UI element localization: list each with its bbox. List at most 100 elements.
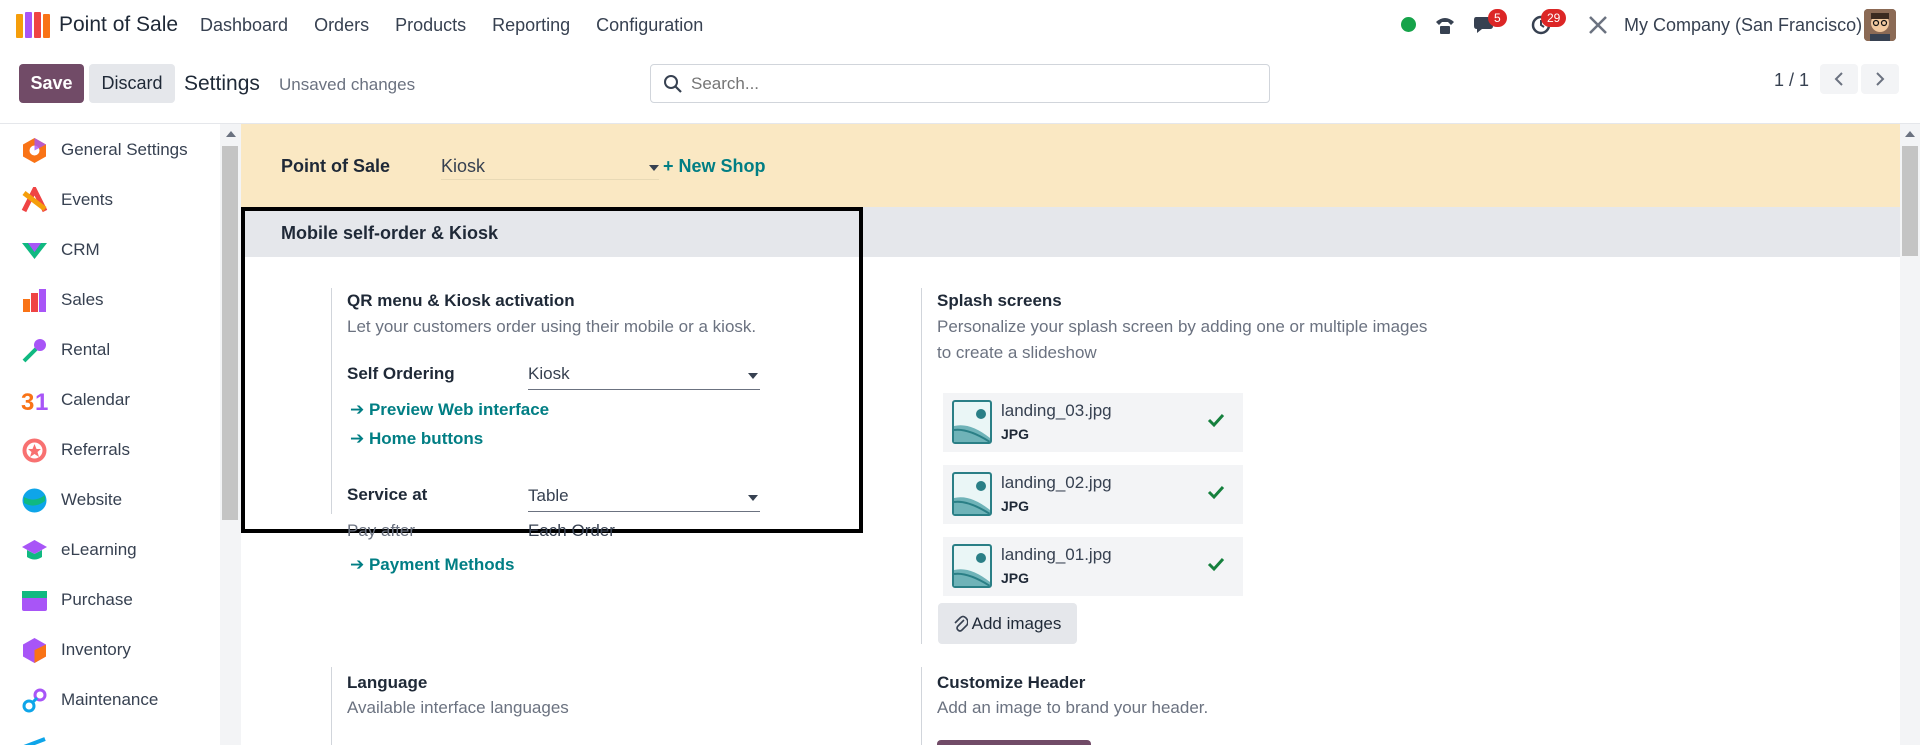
referrals-icon	[22, 438, 47, 462]
sidebar-item-general-settings[interactable]: General Settings	[0, 125, 220, 175]
scroll-up-icon[interactable]	[226, 131, 236, 137]
sales-icon	[23, 288, 46, 312]
search-box[interactable]	[650, 64, 1270, 103]
sidebar-item-label: General Settings	[61, 140, 188, 159]
menu-configuration[interactable]: Configuration	[596, 15, 703, 36]
search-input[interactable]	[691, 73, 1251, 95]
messages-badge: 5	[1488, 9, 1507, 27]
sidebar-item-label: Rental	[61, 340, 111, 359]
shop-select[interactable]: Kiosk	[441, 156, 659, 180]
sidebar-item-website[interactable]: Website	[0, 475, 220, 525]
sidebar-item-label: eLearning	[61, 540, 137, 559]
sidebar-item-purchase[interactable]: Purchase	[0, 575, 220, 625]
events-icon	[21, 186, 48, 212]
add-images-button[interactable]: Add images	[938, 603, 1077, 644]
check-icon	[1207, 557, 1225, 572]
sidebar-item-label: Purchase	[61, 590, 133, 609]
file-attachment[interactable]: landing_02.jpg JPG	[943, 465, 1243, 525]
divider	[331, 288, 332, 514]
shop-select-value: Kiosk	[441, 156, 486, 176]
app-name[interactable]: Point of Sale	[59, 13, 178, 37]
elearning-icon	[22, 539, 47, 559]
self-ordering-select[interactable]: Kiosk	[528, 364, 760, 390]
sidebar-item-elearning[interactable]: eLearning	[0, 525, 220, 575]
main-scrollbar-thumb[interactable]	[1902, 146, 1918, 256]
sidebar-item-crm[interactable]: CRM	[0, 225, 220, 275]
divider	[921, 288, 922, 644]
divider	[331, 667, 332, 745]
sidebar-item-events[interactable]: Events	[0, 175, 220, 225]
online-status-icon[interactable]	[1401, 17, 1416, 32]
new-shop-button[interactable]: + New Shop	[663, 156, 766, 177]
pay-after-value[interactable]: Each Order	[528, 521, 615, 541]
sidebar-item-rental[interactable]: Rental	[0, 325, 220, 375]
point-of-sale-app-icon[interactable]	[16, 12, 50, 38]
search-icon	[664, 75, 682, 93]
main-menu: Dashboard Orders Products Reporting Conf…	[200, 15, 703, 36]
phone-icon[interactable]	[1432, 12, 1458, 38]
arrow-right-icon: ➔	[350, 400, 369, 419]
crm-icon	[22, 242, 47, 259]
caret-down-icon	[748, 373, 758, 379]
upload-header-button[interactable]	[937, 740, 1091, 745]
splash-screens-description-line1: Personalize your splash screen by adding…	[937, 317, 1428, 336]
file-name: landing_02.jpg	[1001, 473, 1112, 492]
home-buttons-link[interactable]: ➔ Home buttons	[350, 429, 483, 449]
pay-after-label: Pay after	[347, 521, 416, 540]
tools-icon[interactable]	[1585, 12, 1611, 38]
file-attachment[interactable]: landing_01.jpg JPG	[943, 537, 1243, 597]
unsaved-indicator: Unsaved changes	[279, 75, 416, 94]
company-switcher[interactable]: My Company (San Francisco)	[1624, 15, 1862, 36]
customize-header-title: Customize Header	[937, 673, 1086, 692]
main-scrollbar[interactable]	[1900, 124, 1920, 745]
settings-main: Point of Sale Kiosk + New Shop Mobile se…	[241, 124, 1900, 745]
payment-methods-link[interactable]: ➔ Payment Methods	[350, 555, 514, 575]
check-icon	[1207, 413, 1225, 428]
sidebar-scrollbar-thumb[interactable]	[222, 146, 238, 520]
chevron-right-icon	[1876, 72, 1885, 86]
preview-web-interface-link[interactable]: ➔ Preview Web interface	[350, 400, 549, 420]
language-description: Available interface languages	[347, 698, 569, 717]
sidebar-item-calendar[interactable]: 31 Calendar	[0, 375, 220, 425]
save-button[interactable]: Save	[19, 64, 84, 103]
page-title: Settings	[184, 72, 260, 95]
self-ordering-value: Kiosk	[528, 364, 570, 383]
payment-methods-label: Payment Methods	[368, 555, 515, 574]
menu-dashboard[interactable]: Dashboard	[200, 15, 288, 36]
menu-reporting[interactable]: Reporting	[492, 15, 570, 36]
preview-link-label: Preview Web interface	[368, 400, 550, 419]
caret-down-icon	[748, 495, 758, 501]
customize-header-description: Add an image to brand your header.	[937, 698, 1209, 717]
paperclip-icon	[954, 615, 968, 632]
menu-products[interactable]: Products	[395, 15, 466, 36]
sidebar-item-maintenance[interactable]: Maintenance	[0, 675, 220, 725]
settings-sidebar: General Settings Events CRM Sales Rental…	[0, 124, 220, 745]
inventory-icon	[23, 637, 46, 663]
language-title: Language	[347, 673, 428, 692]
pager-next-button[interactable]	[1861, 64, 1899, 94]
file-attachment[interactable]: landing_03.jpg JPG	[943, 393, 1243, 453]
pager-value[interactable]: 1 / 1	[1774, 70, 1809, 91]
file-extension: JPG	[1001, 426, 1030, 442]
sidebar-item-label: CRM	[61, 240, 100, 259]
service-at-select[interactable]: Table	[528, 486, 760, 512]
menu-orders[interactable]: Orders	[314, 15, 369, 36]
sidebar-item-inventory[interactable]: Inventory	[0, 625, 220, 675]
website-icon	[22, 488, 47, 512]
sidebar-item-label: Referrals	[61, 440, 130, 459]
pager-previous-button[interactable]	[1820, 64, 1858, 94]
sidebar-item-referrals[interactable]: Referrals	[0, 425, 220, 475]
user-avatar[interactable]	[1864, 9, 1896, 41]
qr-kiosk-description: Let your customers order using their mob…	[347, 317, 757, 336]
sidebar-item-sales[interactable]: Sales	[0, 275, 220, 325]
file-name: landing_01.jpg	[1001, 545, 1112, 564]
activities-badge: 29	[1541, 9, 1567, 27]
sidebar-item-more[interactable]	[0, 725, 220, 745]
file-extension: JPG	[1001, 570, 1030, 586]
image-icon	[952, 472, 992, 516]
file-extension: JPG	[1001, 498, 1030, 514]
scroll-up-icon[interactable]	[1905, 131, 1915, 137]
splash-screens-title: Splash screens	[937, 291, 1062, 310]
sidebar-scrollbar[interactable]	[220, 124, 241, 745]
discard-button[interactable]: Discard	[89, 64, 175, 103]
